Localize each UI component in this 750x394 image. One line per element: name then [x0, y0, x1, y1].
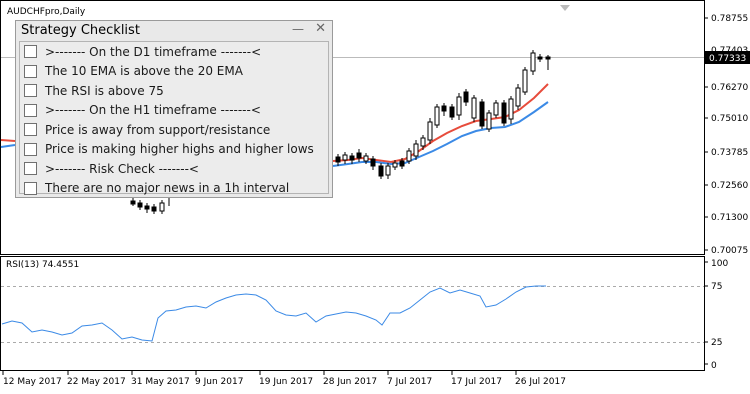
rsi-chart-frame	[0, 256, 705, 371]
checklist-item-label: >------- On the H1 timeframe -------<	[45, 103, 261, 118]
checklist-item-ema[interactable]: The 10 EMA is above the 20 EMA	[20, 62, 328, 82]
time-tick: 19 Jun 2017	[259, 377, 313, 387]
checklist-item-label: Price is away from support/resistance	[45, 122, 271, 137]
checkbox[interactable]	[24, 142, 37, 156]
candles-lower	[130, 197, 170, 214]
time-tick: 28 Jun 2017	[323, 377, 377, 387]
checklist-items: >------- On the D1 timeframe -------< Th…	[19, 41, 329, 195]
checklist-item-higher-highs[interactable]: Price is making higher highs and higher …	[20, 140, 328, 160]
time-tick: 12 May 2017	[3, 377, 62, 387]
rsi-tick: 0	[711, 361, 717, 371]
close-button[interactable]: ✕	[315, 21, 326, 36]
ema-fast-edge	[0, 139, 16, 142]
price-tick: 0.75010	[711, 114, 748, 124]
shift-marker-icon[interactable]	[560, 5, 570, 11]
rsi-axis: 100 75 25 0	[704, 259, 728, 371]
rsi-tick: 75	[711, 282, 722, 292]
rsi-tick: 100	[711, 259, 728, 269]
checklist-title: Strategy Checklist	[21, 23, 140, 38]
checklist-item-risk-header[interactable]: >------- Risk Check -------<	[20, 159, 328, 179]
price-tick: 0.70075	[711, 246, 748, 256]
checklist-item-label: The 10 EMA is above the 20 EMA	[45, 64, 243, 79]
time-tick: 26 Jul 2017	[515, 377, 566, 387]
ema-slow-edge	[0, 144, 16, 148]
checklist-item-h1-header[interactable]: >------- On the H1 timeframe -------<	[20, 101, 328, 121]
time-tick: 7 Jul 2017	[387, 377, 432, 387]
rsi-label: RSI(13) 74.4551	[6, 260, 79, 270]
checklist-item-label: >------- On the D1 timeframe -------<	[45, 44, 262, 59]
price-tick: 0.78755	[711, 14, 748, 24]
time-tick: 31 May 2017	[131, 377, 190, 387]
symbol-title: AUDCHFpro,Daily	[7, 7, 86, 17]
checkbox[interactable]	[24, 84, 37, 98]
checkbox[interactable]	[24, 162, 37, 176]
checkbox[interactable]	[24, 64, 37, 78]
checklist-item-label: There are no major news in a 1h interval	[45, 181, 290, 196]
checklist-item-label: Price is making higher highs and higher …	[45, 142, 314, 157]
price-tick: 0.76270	[711, 83, 748, 93]
price-axis: 0.78755 0.77403 0.77333 0.76270 0.75010 …	[704, 14, 750, 256]
checklist-item-label: The RSI is above 75	[45, 83, 164, 98]
minimize-button[interactable]: —	[292, 22, 304, 36]
checklist-item-support[interactable]: Price is away from support/resistance	[20, 120, 328, 140]
checkbox[interactable]	[24, 123, 37, 137]
time-tick: 17 Jul 2017	[451, 377, 502, 387]
checkbox[interactable]	[24, 103, 37, 117]
rsi-line	[1, 285, 546, 342]
checklist-item-news[interactable]: There are no major news in a 1h interval	[20, 179, 328, 199]
checklist-item-rsi[interactable]: The RSI is above 75	[20, 81, 328, 101]
checklist-titlebar[interactable]: Strategy Checklist — ✕	[16, 21, 332, 41]
price-tick: 0.71300	[711, 213, 748, 223]
checkbox[interactable]	[24, 45, 37, 59]
checklist-item-d1-header[interactable]: >------- On the D1 timeframe -------<	[20, 42, 328, 62]
checklist-item-label: >------- Risk Check -------<	[45, 161, 199, 176]
time-tick: 9 Jun 2017	[195, 377, 243, 387]
price-tick: 0.72560	[711, 181, 748, 191]
checkbox[interactable]	[24, 181, 37, 195]
rsi-tick: 25	[711, 338, 722, 348]
current-price-label: 0.77333	[709, 54, 746, 64]
price-tick: 0.73785	[711, 148, 748, 158]
candles-right	[335, 50, 551, 179]
time-axis: 12 May 2017 22 May 2017 31 May 2017 9 Ju…	[2, 371, 566, 387]
time-tick: 22 May 2017	[67, 377, 126, 387]
strategy-checklist-panel[interactable]: Strategy Checklist — ✕ >------- On the D…	[15, 20, 333, 198]
